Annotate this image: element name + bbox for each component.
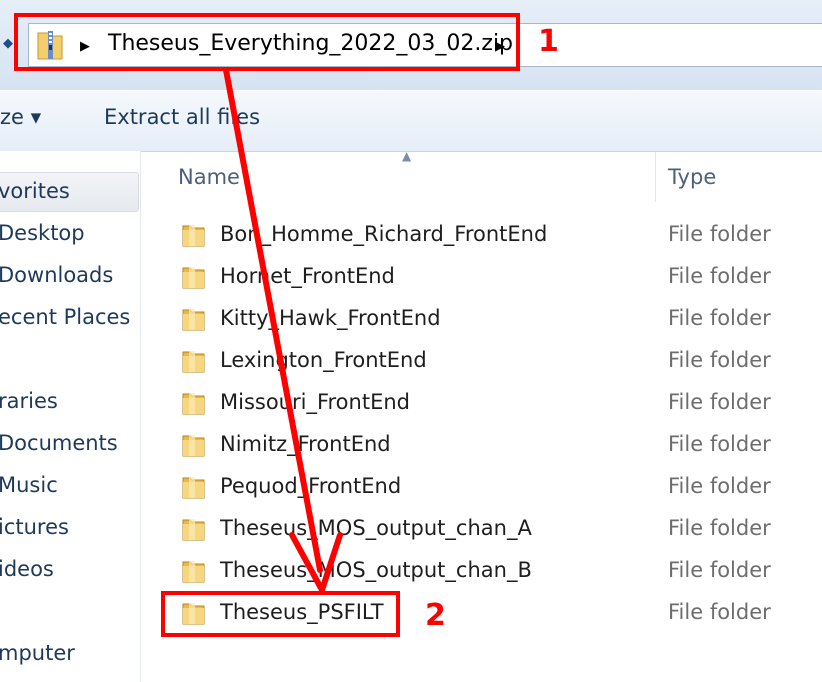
folder-icon [182,477,205,499]
sort-ascending-icon: ▲ [402,149,412,163]
nav-item-music[interactable]: Music [0,473,58,497]
file-row[interactable]: Lexington_FrontEnd File folder [176,342,822,380]
file-row[interactable]: Theseus_MOS_output_chan_B File folder [176,552,822,590]
file-row[interactable]: Kitty_Hawk_FrontEnd File folder [176,300,822,338]
column-header-name[interactable]: Name [178,165,240,189]
annotation-marker-2: 2 [425,598,446,633]
file-row[interactable]: Nimitz_FrontEnd File folder [176,426,822,464]
file-type: File folder [668,558,771,582]
file-name: Hornet_FrontEnd [220,264,395,288]
file-name: Kitty_Hawk_FrontEnd [220,306,441,330]
file-row[interactable]: Missouri_FrontEnd File folder [176,384,822,422]
file-name: Nimitz_FrontEnd [220,432,391,456]
folder-icon [182,225,205,247]
nav-item-favorites[interactable]: vorites [0,179,70,203]
folder-icon [182,309,205,331]
recent-pages-chevron-icon[interactable]: ◆ [3,36,13,51]
file-type: File folder [668,474,771,498]
organize-button[interactable]: ze ▾ [0,105,41,129]
file-type: File folder [668,390,771,414]
nav-item-computer[interactable]: mputer [0,641,75,665]
highlight-box-address [14,13,520,71]
folder-icon [182,435,205,457]
file-type: File folder [668,348,771,372]
column-header-type[interactable]: Type [668,165,716,189]
file-name: Pequod_FrontEnd [220,474,402,498]
file-name: Theseus_MOS_output_chan_B [220,558,532,582]
file-row[interactable]: Pequod_FrontEnd File folder [176,468,822,506]
file-type: File folder [668,516,771,540]
folder-icon [182,519,205,541]
file-type: File folder [668,222,771,246]
extract-all-button[interactable]: Extract all files [104,105,260,129]
nav-item-pictures[interactable]: ictures [0,515,69,539]
nav-item-documents[interactable]: Documents [0,431,118,455]
highlight-box-psfilt [161,591,400,637]
folder-icon [182,351,205,373]
column-divider[interactable] [655,152,656,202]
folder-icon [182,561,205,583]
nav-item-libraries[interactable]: raries [0,389,58,413]
nav-item-downloads[interactable]: Downloads [0,263,113,287]
file-name: Lexington_FrontEnd [220,348,427,372]
folder-icon [182,267,205,289]
file-row[interactable]: Bon_Homme_Richard_FrontEnd File folder [176,216,822,254]
file-type: File folder [668,432,771,456]
folder-icon [182,393,205,415]
file-row[interactable]: Theseus_MOS_output_chan_A File folder [176,510,822,548]
nav-item-videos[interactable]: ideos [0,557,54,581]
annotation-marker-1: 1 [538,24,559,59]
nav-item-desktop[interactable]: Desktop [0,221,85,245]
nav-item-recent-places[interactable]: ecent Places [0,305,130,329]
file-name: Missouri_FrontEnd [220,390,410,414]
file-row[interactable]: Hornet_FrontEnd File folder [176,258,822,296]
file-type: File folder [668,306,771,330]
navigation-pane: vorites Desktop Downloads ecent Places r… [0,151,141,682]
file-type: File folder [668,600,771,624]
file-type: File folder [668,264,771,288]
file-name: Bon_Homme_Richard_FrontEnd [220,222,548,246]
file-name: Theseus_MOS_output_chan_A [220,516,532,540]
